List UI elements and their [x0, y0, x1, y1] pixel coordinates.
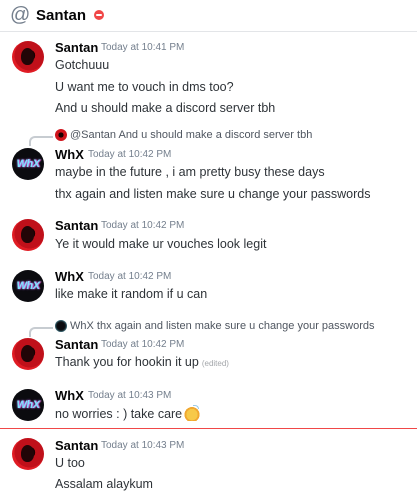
message-text: Thank you for hookin it up (edited)	[55, 354, 229, 372]
edited-label: (edited)	[201, 359, 229, 368]
author-name[interactable]: Santan	[55, 337, 98, 353]
avatar-logo-text: WhX	[16, 280, 40, 292]
message-text: no worries : ) take care	[55, 405, 201, 422]
author-name[interactable]: Santan	[55, 40, 98, 56]
message-text: Gotchuuu	[55, 58, 110, 72]
message-timestamp: Today at 10:42 PM	[88, 149, 172, 160]
reply-preview[interactable]: WhX thx again and listen make sure u cha…	[55, 319, 375, 333]
author-name[interactable]: Santan	[55, 438, 98, 454]
message-timestamp: Today at 10:42 PM	[101, 220, 185, 231]
author-name[interactable]: WhX	[55, 147, 84, 163]
avatar[interactable]: WhX	[12, 389, 44, 421]
reply-avatar	[55, 129, 67, 141]
avatar[interactable]: WhX	[12, 270, 44, 302]
dm-recipient-name[interactable]: Santan	[36, 6, 86, 26]
message-text: U want me to vouch in dms too?	[55, 80, 234, 94]
avatar-logo-text: WhX	[16, 158, 40, 170]
reply-text: WhX thx again and listen make sure u cha…	[70, 320, 375, 332]
message-text: like make it random if u can	[55, 287, 208, 301]
message-text: thx again and listen make sure u change …	[55, 187, 371, 201]
message-text-content: Thank you for hookin it up	[55, 355, 199, 369]
reply-spine	[29, 136, 53, 146]
clap-emoji-icon[interactable]	[184, 405, 201, 421]
message-text: Ye it would make ur vouches look legit	[55, 237, 267, 251]
new-messages-divider	[0, 428, 417, 429]
message-timestamp: Today at 10:42 PM	[88, 271, 172, 282]
author-name[interactable]: WhX	[55, 388, 84, 404]
avatar-logo-text: WhX	[16, 399, 40, 411]
avatar[interactable]	[12, 41, 44, 73]
message-text: maybe in the future , i am pretty busy t…	[55, 165, 325, 179]
message-timestamp: Today at 10:41 PM	[101, 42, 185, 53]
message-timestamp: Today at 10:43 PM	[88, 390, 172, 401]
avatar[interactable]	[12, 219, 44, 251]
message-timestamp: Today at 10:42 PM	[101, 339, 185, 350]
at-icon: @	[10, 4, 31, 26]
avatar[interactable]	[12, 338, 44, 370]
avatar[interactable]	[12, 438, 44, 470]
author-name[interactable]: WhX	[55, 269, 84, 285]
author-name[interactable]: Santan	[55, 218, 98, 234]
message-timestamp: Today at 10:43 PM	[101, 440, 185, 451]
message-text: And u should make a discord server tbh	[55, 101, 276, 115]
dm-header: @ Santan	[0, 0, 417, 32]
message-text: Assalam alaykum	[55, 477, 153, 491]
reply-preview[interactable]: @Santan And u should make a discord serv…	[55, 128, 312, 142]
message-text-content: no worries : ) take care	[55, 407, 183, 421]
do-not-disturb-icon	[94, 10, 104, 20]
reply-text: @Santan And u should make a discord serv…	[70, 129, 313, 141]
message-text: U too	[55, 456, 85, 470]
reply-spine	[29, 327, 53, 337]
reply-avatar	[55, 320, 67, 332]
avatar[interactable]: WhX	[12, 148, 44, 180]
